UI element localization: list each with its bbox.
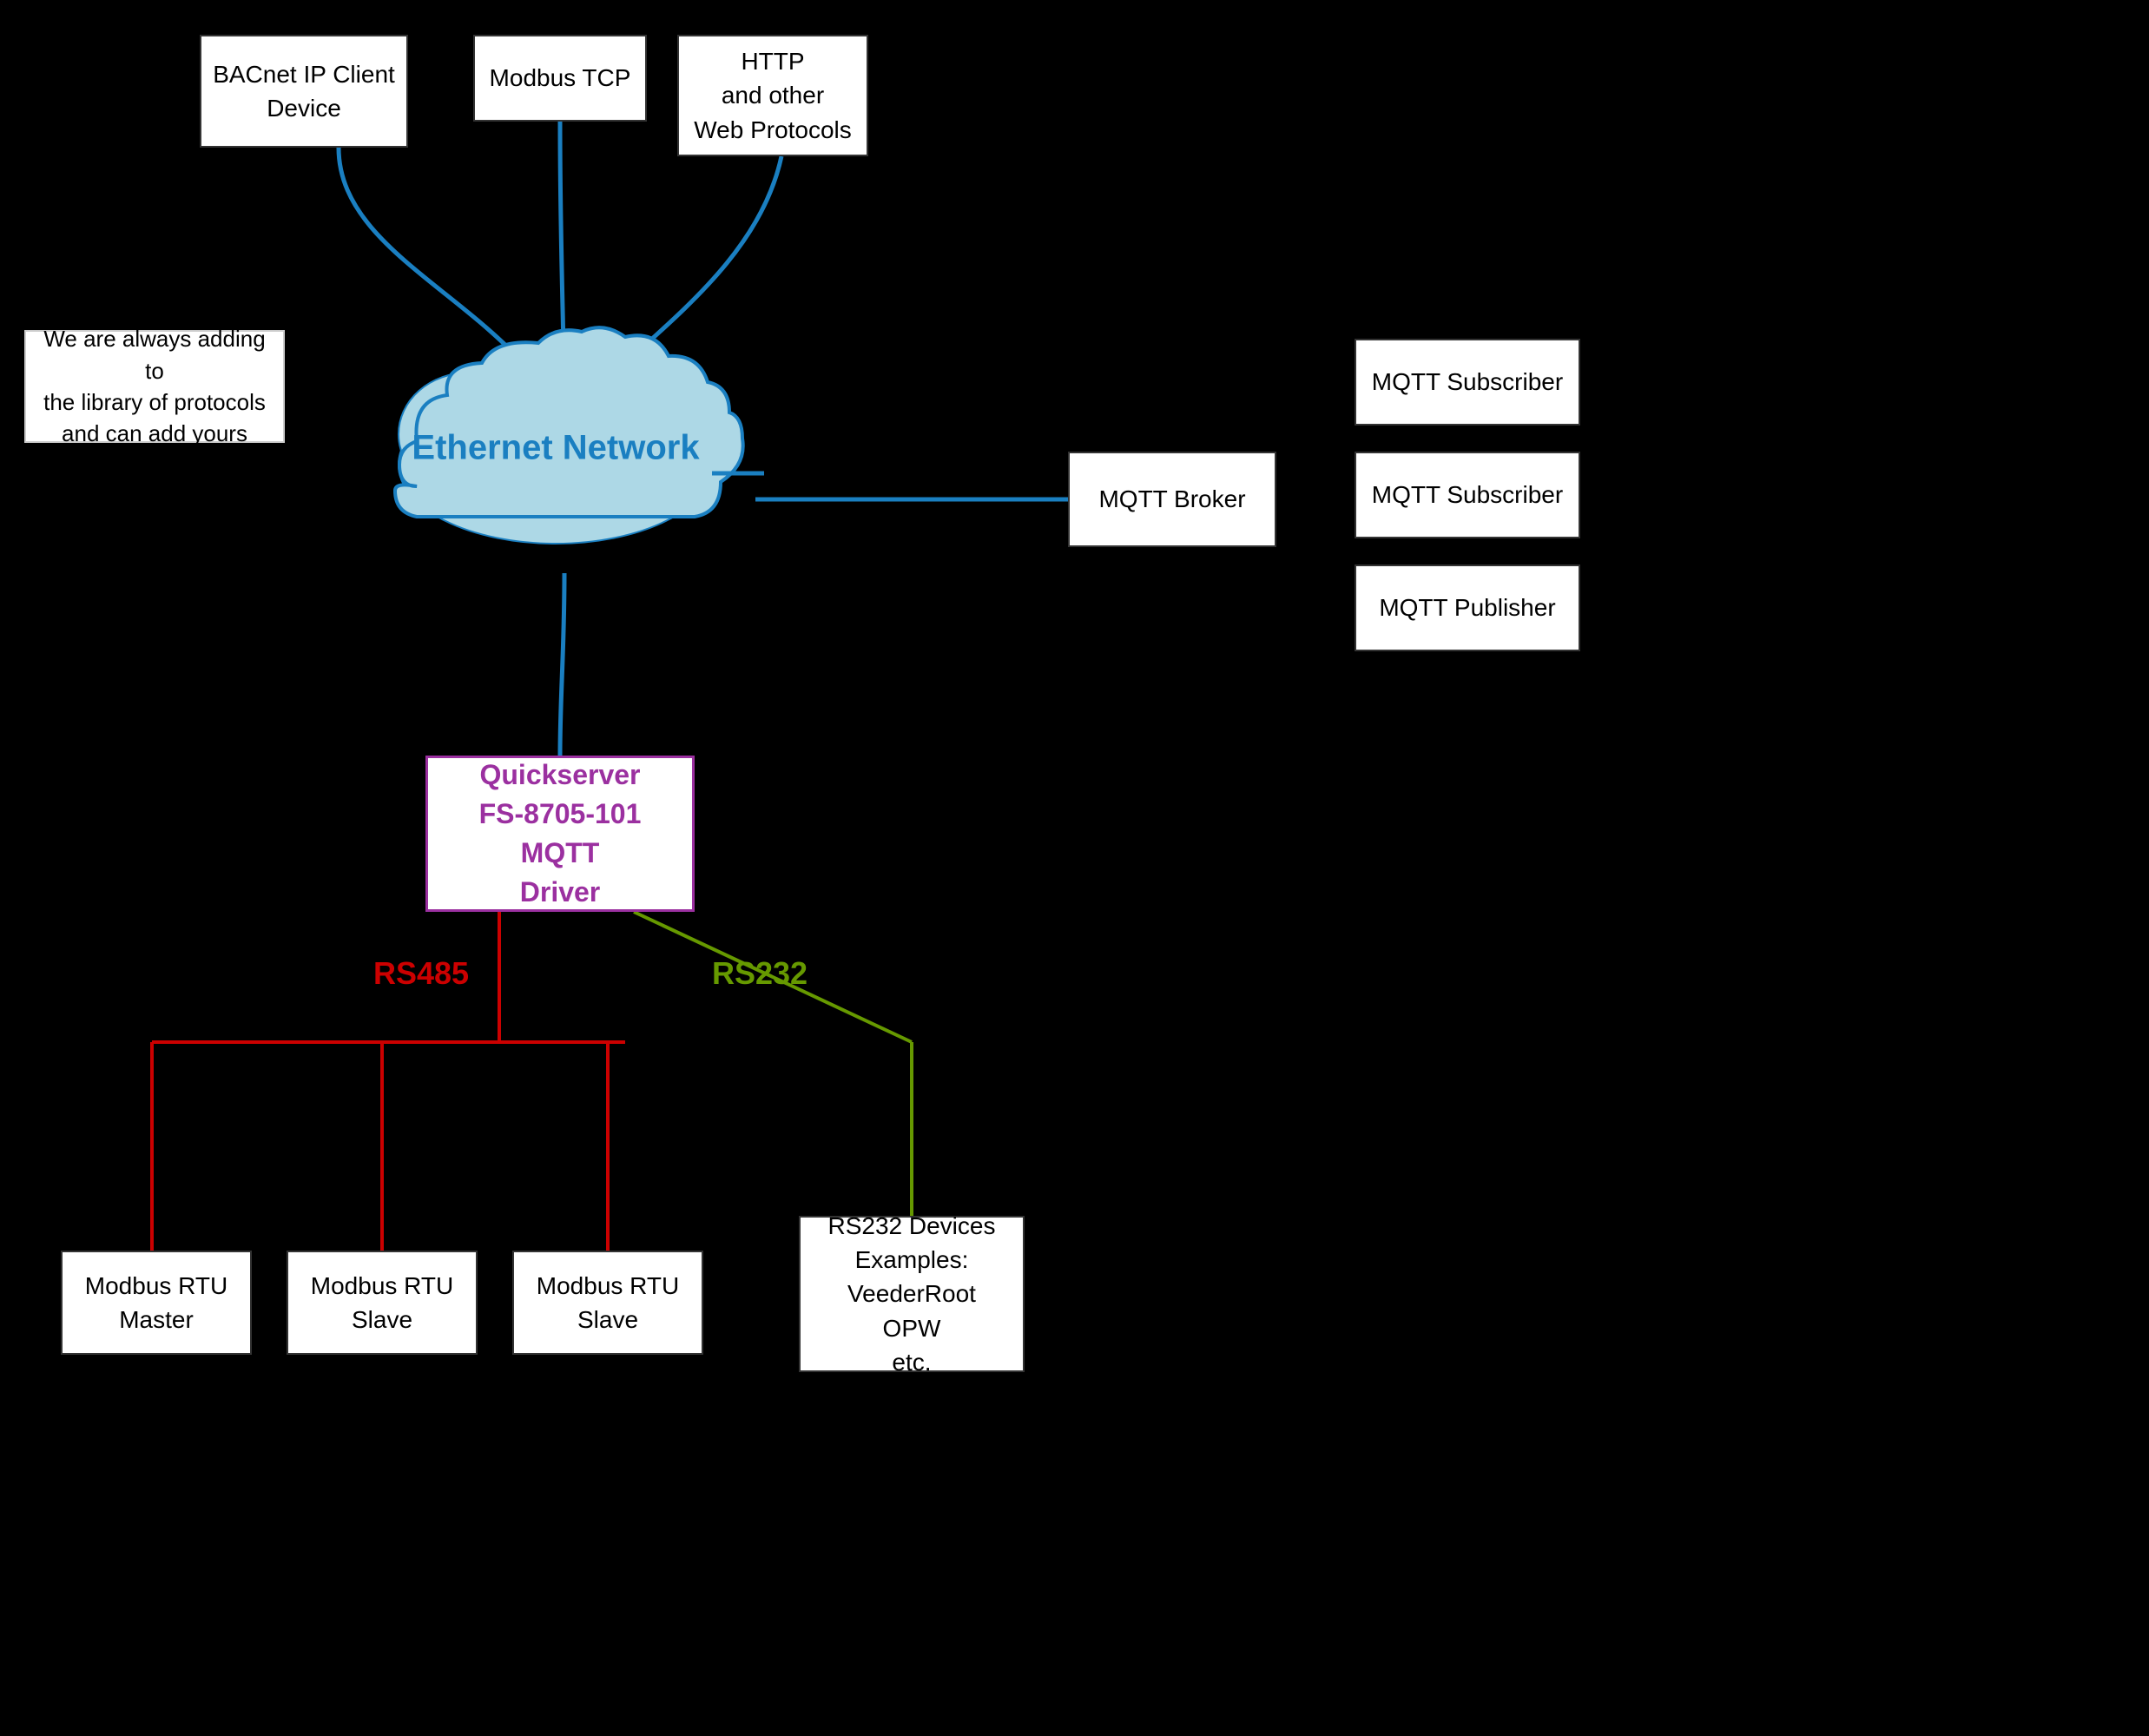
modbus-rtu-master-label: Modbus RTUMaster	[85, 1269, 227, 1337]
modbus-tcp-label: Modbus TCP	[490, 61, 631, 95]
ethernet-network-label: Ethernet Network	[412, 429, 699, 468]
modbus-rtu-slave2-label: Modbus RTUSlave	[537, 1269, 679, 1337]
note-label: We are always adding tothe library of pr…	[38, 323, 271, 450]
modbus-rtu-master-box: Modbus RTUMaster	[61, 1251, 252, 1355]
modbus-rtu-slave1-label: Modbus RTUSlave	[311, 1269, 453, 1337]
rs232-label: RS232	[712, 955, 808, 992]
rs485-label: RS485	[373, 955, 469, 992]
bacnet-ip-label: BACnet IP Client Device	[210, 57, 398, 125]
rs232-devices-box: RS232 DevicesExamples:VeederRootOPWetc.	[799, 1216, 1025, 1372]
http-box: HTTPand otherWeb Protocols	[677, 35, 868, 156]
note-box: We are always adding tothe library of pr…	[24, 330, 285, 443]
rs232-devices-label: RS232 DevicesExamples:VeederRootOPWetc.	[828, 1209, 996, 1379]
mqtt-publisher-label: MQTT Publisher	[1379, 591, 1555, 624]
mqtt-subscriber2-label: MQTT Subscriber	[1372, 478, 1563, 512]
mqtt-subscriber1-label: MQTT Subscriber	[1372, 365, 1563, 399]
bacnet-ip-box: BACnet IP Client Device	[200, 35, 408, 148]
mqtt-broker-label: MQTT Broker	[1098, 482, 1245, 516]
mqtt-subscriber2-box: MQTT Subscriber	[1355, 452, 1580, 538]
mqtt-broker-box: MQTT Broker	[1068, 452, 1276, 547]
http-label: HTTPand otherWeb Protocols	[694, 44, 852, 147]
mqtt-subscriber1-box: MQTT Subscriber	[1355, 339, 1580, 426]
modbus-rtu-slave1-box: Modbus RTUSlave	[287, 1251, 478, 1355]
modbus-rtu-slave2-box: Modbus RTUSlave	[512, 1251, 703, 1355]
modbus-tcp-box: Modbus TCP	[473, 35, 647, 122]
mqtt-publisher-box: MQTT Publisher	[1355, 564, 1580, 651]
quickserver-label: QuickserverFS-8705-101 MQTTDriver	[445, 756, 675, 911]
ethernet-cloud: Ethernet Network	[347, 313, 764, 573]
quickserver-box: QuickserverFS-8705-101 MQTTDriver	[425, 756, 695, 912]
